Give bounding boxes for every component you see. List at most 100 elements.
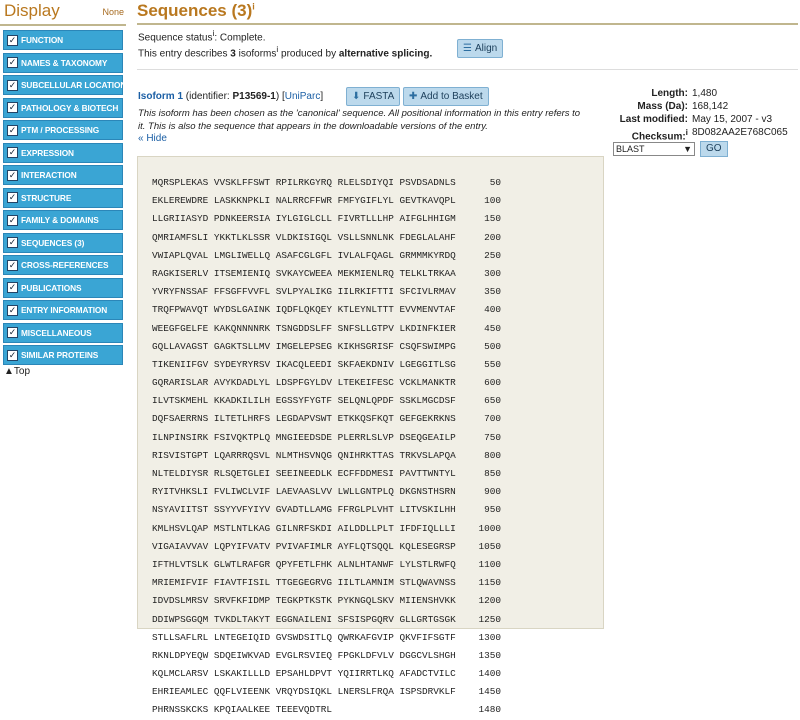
isoform-id-text: ) [ bbox=[275, 91, 285, 102]
sidebar-item-names-taxonomy[interactable]: ✓ NAMES & TAXONOMY bbox=[3, 52, 123, 73]
sequence-row: ILVTSKMEHL KKADKILILH EGSSYFYGTF SELQNLQ… bbox=[152, 392, 501, 410]
sequence-row: RISVISTGPT LQARRRQSVL NLMTHSVNQG QNIHRKT… bbox=[152, 447, 501, 465]
isoform-id-text: ] bbox=[320, 91, 324, 102]
sidebar-item-sequences-3[interactable]: ✓ SEQUENCES (3) bbox=[3, 232, 123, 253]
checkbox-checked-icon[interactable]: ✓ bbox=[7, 124, 18, 136]
modified-row: Last modified: May 15, 2007 - v3 bbox=[612, 113, 800, 126]
tool-select[interactable]: BLAST ▼ bbox=[613, 142, 695, 156]
checkbox-checked-icon[interactable]: ✓ bbox=[7, 57, 18, 68]
hide-link[interactable]: « Hide bbox=[138, 133, 167, 144]
sequence-position: 700 bbox=[484, 413, 501, 425]
sidebar-item-similar-proteins[interactable]: ✓ SIMILAR PROTEINS bbox=[3, 345, 123, 365]
checkbox-checked-icon[interactable]: ✓ bbox=[7, 349, 18, 361]
checksum-value: 8D082AA2E768C065 bbox=[692, 127, 788, 138]
sidebar-item-label: PTM / PROCESSING bbox=[21, 125, 100, 135]
sequence-text: RAGKISERLV ITSEMIENIQ SVKAYCWEEA MEKMIEN… bbox=[152, 267, 456, 279]
sequence-position: 450 bbox=[484, 322, 501, 334]
checkbox-checked-icon[interactable]: ✓ bbox=[7, 169, 18, 181]
isoform-link[interactable]: Isoform 1 bbox=[138, 91, 183, 102]
sidebar-item-label: STRUCTURE bbox=[21, 192, 72, 203]
sequence-row: TIKENIIFGV SYDEYRYRSV IKACQLEEDI SKFAEKD… bbox=[152, 356, 501, 374]
sequence-row: RAGKISERLV ITSEMIENIQ SVKAYCWEEA MEKMIEN… bbox=[152, 265, 501, 283]
top-link[interactable]: ▲Top bbox=[4, 366, 30, 377]
sequence-position: 750 bbox=[484, 431, 501, 443]
sequence-position: 1100 bbox=[478, 558, 501, 570]
triangle-up-icon: ▲ bbox=[4, 366, 14, 377]
go-button[interactable]: GO bbox=[700, 141, 728, 157]
checkbox-checked-icon[interactable]: ✓ bbox=[7, 192, 18, 203]
sequence-row: VWIAPLQVAL LMGLIWELLQ ASAFCGLGFL IVLALFQ… bbox=[152, 247, 501, 265]
sidebar-item-family-domains[interactable]: ✓ FAMILY & DOMAINS bbox=[3, 210, 123, 230]
sidebar-item-label: PUBLICATIONS bbox=[21, 282, 82, 293]
desc-text: isoforms bbox=[235, 48, 277, 60]
sidebar-item-label: FAMILY & DOMAINS bbox=[21, 215, 99, 225]
display-none-link[interactable]: None bbox=[102, 7, 124, 17]
checkbox-checked-icon[interactable]: ✓ bbox=[7, 34, 18, 46]
checkbox-checked-icon[interactable]: ✓ bbox=[7, 102, 18, 113]
sidebar-item-interaction[interactable]: ✓ INTERACTION bbox=[3, 165, 123, 185]
sidebar-item-entry-information[interactable]: ✓ ENTRY INFORMATION bbox=[3, 300, 123, 320]
sequence-text: TRQFPWAVQT WYDSLGAINK IQDFLQKQEY KTLEYNL… bbox=[152, 304, 456, 316]
add-to-basket-button[interactable]: ✚ Add to Basket bbox=[403, 87, 489, 106]
display-sidebar: Display None ✓ FUNCTION ✓ NAMES & TAXONOMY ✓… bbox=[0, 0, 126, 377]
isoform-note: This isoform has been chosen as the 'can… bbox=[138, 108, 581, 132]
tool-select-value: BLAST bbox=[616, 144, 645, 154]
checkbox-checked-icon[interactable]: ✓ bbox=[7, 327, 18, 338]
modified-value: May 15, 2007 - v3 bbox=[692, 114, 773, 125]
sequence-text: ILVTSKMEHL KKADKILILH EGSSYFYGTF SELQNLQ… bbox=[152, 395, 456, 407]
status-label: Sequence status bbox=[138, 32, 213, 44]
isoform-description: This entry describes 3 isoformsi produce… bbox=[138, 44, 432, 59]
checkbox-checked-icon[interactable]: ✓ bbox=[7, 282, 18, 293]
sequence-text: QMRIAMFSLI YKKTLKLSSR VLDKISIGQL VSLLSNN… bbox=[152, 231, 456, 243]
sidebar-item-structure[interactable]: ✓ STRUCTURE bbox=[3, 187, 123, 208]
tool-row: BLAST ▼ GO bbox=[613, 141, 728, 157]
sequence-row: GQLLAVAGST GAGKTSLLMV IMGELEPSEG KIKHSGR… bbox=[152, 338, 501, 356]
sidebar-item-label: SIMILAR PROTEINS bbox=[21, 350, 99, 360]
sidebar-item-pathology-biotech[interactable]: ✓ PATHOLOGY & BIOTECH bbox=[3, 97, 123, 118]
sidebar-item-subcellular-location[interactable]: ✓ SUBCELLULAR LOCATION bbox=[3, 75, 126, 95]
sequence-row: MQRSPLEKAS VVSKLFFSWT RPILRKGYRQ RLELSDI… bbox=[152, 174, 501, 192]
sidebar-item-function[interactable]: ✓ FUNCTION bbox=[3, 30, 123, 50]
sequence-text: KMLHSVLQAP MSTLNTLKAG GILNRFSKDI AILDDLL… bbox=[152, 522, 456, 534]
sequence-row: GQRARISLAR AVYKDADLYL LDSPFGYLDV LTEKEIF… bbox=[152, 374, 501, 392]
sidebar-item-label: INTERACTION bbox=[21, 170, 77, 180]
sequence-position: 1300 bbox=[478, 631, 501, 643]
checkbox-checked-icon[interactable]: ✓ bbox=[7, 214, 18, 226]
mass-row: Mass (Da): 168,142 bbox=[612, 100, 800, 113]
uniparc-link[interactable]: UniParc bbox=[285, 91, 321, 102]
sequence-position: 1480 bbox=[478, 704, 501, 716]
sequence-position: 1150 bbox=[478, 577, 501, 589]
sequence-position: 600 bbox=[484, 377, 501, 389]
sidebar-item-label: MISCELLANEOUS bbox=[21, 327, 92, 338]
sequence-text: EKLEREWDRE LASKKNPKLI NALRRCFFWR FMFYGIF… bbox=[152, 195, 456, 207]
sequence-text: IDVDSLMRSV SRVFKFIDMP TEGKPTKSTK PYKNGQL… bbox=[152, 595, 456, 607]
align-button[interactable]: ☰ Align bbox=[457, 39, 504, 58]
sequence-row: RKNLDPYEQW SDQEIWKVAD EVGLRSVIEQ FPGKLDF… bbox=[152, 647, 501, 665]
checkbox-checked-icon[interactable]: ✓ bbox=[7, 259, 18, 271]
sidebar-item-expression[interactable]: ✓ EXPRESSION bbox=[3, 142, 123, 163]
checkbox-checked-icon[interactable]: ✓ bbox=[7, 79, 18, 91]
sequence-row: DDIWPSGGQM TVKDLTAKYT EGGNAILENI SFSISPG… bbox=[152, 611, 501, 629]
sidebar-item-label: SEQUENCES (3) bbox=[21, 237, 85, 248]
sequence-position: 1200 bbox=[478, 595, 501, 607]
sequence-row: MRIEMIFVIF FIAVTFISIL TTGEGEGRVG IILTLAM… bbox=[152, 574, 501, 592]
sidebar-item-publications[interactable]: ✓ PUBLICATIONS bbox=[3, 277, 123, 298]
info-icon[interactable]: i bbox=[252, 1, 255, 11]
sequence-text: RYITVHKSLI FVLIWCLVIF LAEVAASLVV LWLLGNT… bbox=[152, 486, 456, 498]
sequence-position: 850 bbox=[484, 468, 501, 479]
sequence-row: DQFSAERRNS ILTETLHRFS LEGDAPVSWT ETKKQSF… bbox=[152, 410, 501, 428]
sequence-row: LLGRIIASYD PDNKEERSIA IYLGIGLCLL FIVRTLL… bbox=[152, 210, 501, 228]
display-header: Display None bbox=[0, 0, 126, 26]
info-icon[interactable]: i bbox=[686, 127, 688, 137]
fasta-button[interactable]: ⬇ FASTA bbox=[346, 87, 401, 106]
checkbox-checked-icon[interactable]: ✓ bbox=[7, 237, 18, 248]
checkbox-checked-icon[interactable]: ✓ bbox=[7, 304, 18, 316]
sequence-text: GQLLAVAGST GAGKTSLLMV IMGELEPSEG KIKHSGR… bbox=[152, 340, 456, 352]
sequence-position: 1350 bbox=[478, 649, 501, 661]
sidebar-item-ptm-processing[interactable]: ✓ PTM / PROCESSING bbox=[3, 120, 123, 140]
desc-text: produced by bbox=[278, 48, 339, 60]
sequence-info-panel: Length: 1,480 Mass (Da): 168,142 Last modi… bbox=[612, 87, 800, 142]
sidebar-item-cross-references[interactable]: ✓ CROSS-REFERENCES bbox=[3, 255, 123, 275]
checkbox-checked-icon[interactable]: ✓ bbox=[7, 147, 18, 158]
sidebar-item-miscellaneous[interactable]: ✓ MISCELLANEOUS bbox=[3, 322, 123, 343]
